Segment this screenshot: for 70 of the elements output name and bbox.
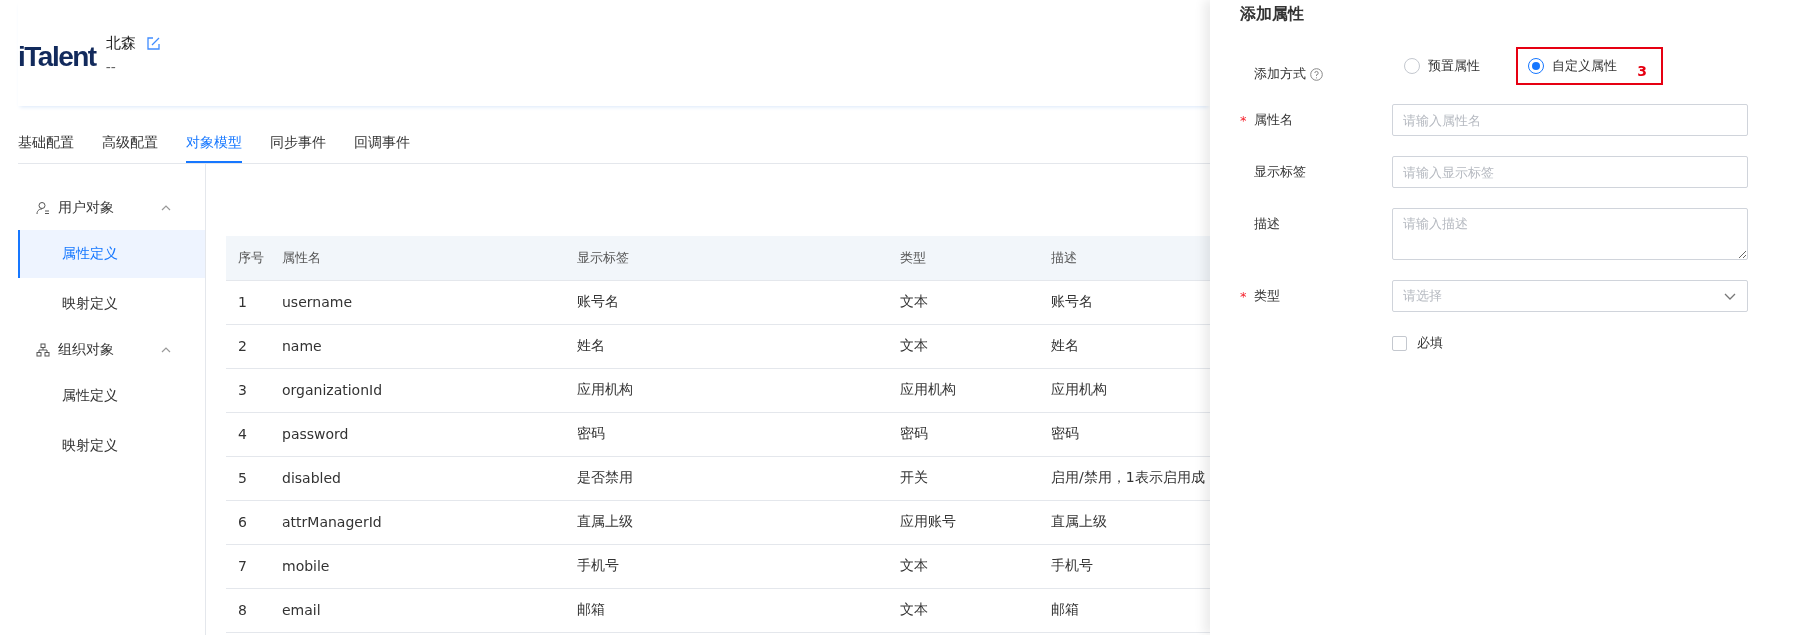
table-cell: 2 — [226, 324, 270, 368]
table-cell: 应用账号 — [888, 500, 1039, 544]
hierarchy-icon — [36, 343, 50, 357]
table-cell: 直属上级 — [565, 500, 888, 544]
table-cell: username — [270, 280, 565, 324]
table-cell: 应用机构 — [565, 368, 888, 412]
table-cell: 账号名 — [565, 280, 888, 324]
app-title: 北森 — [105, 34, 136, 53]
sidebar-group[interactable]: 用户对象 — [58, 199, 142, 217]
column-header: 类型 — [888, 236, 1039, 280]
table-cell: email — [270, 588, 565, 632]
table-cell: 手机号 — [565, 544, 888, 588]
table-cell: 密码 — [565, 412, 888, 456]
column-header: 序号 — [226, 236, 270, 280]
table-cell: 姓名 — [565, 324, 888, 368]
column-header: 描述 — [1039, 236, 1210, 280]
field-label: 显示标签 — [1254, 163, 1306, 181]
annotation-number: 3 — [1637, 63, 1647, 79]
edit-icon[interactable] — [145, 36, 161, 51]
table-cell: 3 — [226, 368, 270, 412]
field-label: 添加方式 — [1254, 65, 1306, 83]
tab[interactable]: 同步事件 — [270, 126, 326, 163]
table-cell: 是否禁用 — [565, 456, 888, 500]
table-cell: 邮箱 — [565, 588, 888, 632]
table-cell: 应用机构 — [888, 368, 1039, 412]
sidebar-item[interactable]: 属性定义 — [18, 372, 205, 420]
table-cell: 7 — [226, 544, 270, 588]
radio-option[interactable]: 预置属性 — [1392, 47, 1492, 85]
table-cell: disabled — [270, 456, 565, 500]
table-cell: password — [270, 412, 565, 456]
tab[interactable]: 高级配置 — [102, 126, 158, 163]
user-icon — [36, 201, 50, 215]
table-cell: 5 — [226, 456, 270, 500]
table-cell: 文本 — [888, 544, 1039, 588]
radio-option[interactable]: 自定义属性 3 — [1516, 47, 1663, 85]
table-cell: 6 — [226, 500, 270, 544]
help-icon[interactable] — [1310, 67, 1323, 81]
tab[interactable]: 基础配置 — [18, 126, 74, 163]
textarea-field[interactable]: 请输入描述 — [1392, 208, 1748, 260]
app-subtitle: -- — [105, 59, 117, 75]
required-checkbox[interactable]: 必填 — [1392, 334, 1794, 352]
sidebar-group[interactable]: 组织对象 — [58, 341, 142, 359]
table-cell: 文本 — [888, 324, 1039, 368]
tab[interactable]: 回调事件 — [354, 126, 410, 163]
column-header: 属性名 — [270, 236, 565, 280]
table-cell: 文本 — [888, 280, 1039, 324]
input-field[interactable]: 请输入显示标签 — [1392, 156, 1748, 188]
table-cell: 4 — [226, 412, 270, 456]
table-cell: mobile — [270, 544, 565, 588]
field-label: 属性名 — [1254, 111, 1293, 129]
sidebar-item[interactable]: 属性定义 — [18, 230, 205, 278]
table-cell: 开关 — [888, 456, 1039, 500]
table-cell: organizationId — [270, 368, 565, 412]
required-mark: * — [1240, 112, 1248, 128]
table-cell: 1 — [226, 280, 270, 324]
table-cell: 密码 — [888, 412, 1039, 456]
table-cell: name — [270, 324, 565, 368]
required-mark: * — [1240, 288, 1248, 304]
table-cell: 8 — [226, 588, 270, 632]
column-header: 显示标签 — [565, 236, 888, 280]
table-cell: 文本 — [888, 588, 1039, 632]
tab[interactable]: 对象模型 — [186, 126, 242, 163]
table-cell: attrManagerId — [270, 500, 565, 544]
sidebar-item[interactable]: 映射定义 — [18, 422, 205, 470]
logo: iTalent — [18, 40, 96, 74]
field-label: 类型 — [1254, 287, 1280, 305]
drawer-title: 添加属性 — [1240, 4, 1305, 25]
input-field[interactable]: 请输入属性名 — [1392, 104, 1748, 136]
sidebar-item[interactable]: 映射定义 — [18, 280, 205, 328]
field-label: 描述 — [1254, 215, 1280, 233]
